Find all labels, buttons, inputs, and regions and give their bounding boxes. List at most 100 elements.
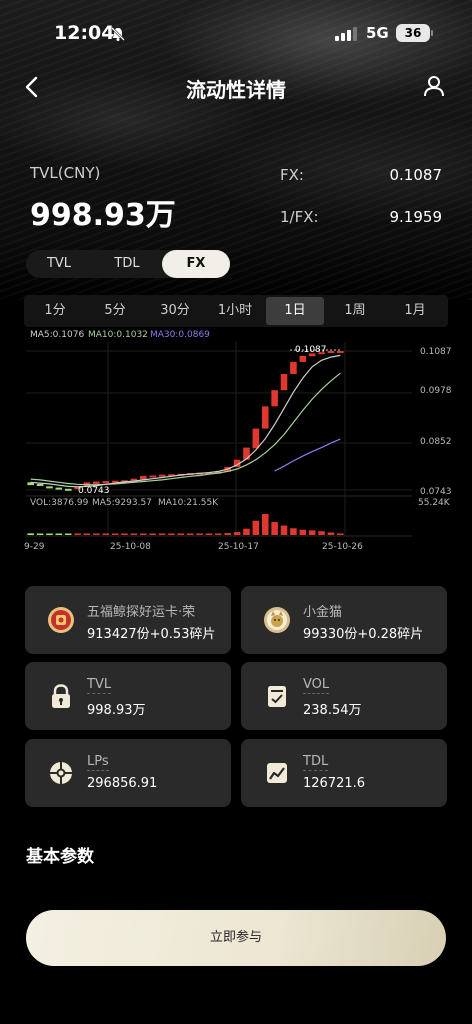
candle [64,488,72,491]
interval-30min[interactable]: 30分 [146,297,204,325]
ma5-legend: MA5:0.1076 [30,330,84,340]
volume-bar [93,533,100,535]
candle [327,351,335,353]
candle [149,475,156,478]
interval-5min[interactable]: 5分 [86,297,144,325]
interval-1month[interactable]: 1月 [386,297,444,325]
candle [252,428,260,449]
candle [337,351,344,353]
volume-bar [27,533,34,535]
candle [261,406,269,429]
inverse-fx-label: 1/FX: [280,208,319,226]
ma30-legend: MA30:0.0869 [150,330,210,340]
fortune-card-icon [48,607,74,633]
battery-cap [431,30,433,36]
min-price-label: 0.0743 [78,486,110,496]
volume-bar [215,533,222,535]
vol-ma10-legend: MA10:21.55K [158,498,219,508]
volume-bar [243,528,250,535]
volume-bar [83,533,91,535]
candle [93,481,100,484]
interval-1week[interactable]: 1周 [326,297,384,325]
tvl-value: 998.93万 [30,198,176,233]
volume-bar [177,533,185,535]
candle [290,361,297,375]
asset-card-fortune[interactable]: 五福鲸探好运卡·荣 913427份+0.53碎片 [25,586,231,654]
volume-bar [271,521,278,535]
volume-bar [46,533,53,535]
card-value: 913427份+0.53碎片 [87,627,216,642]
volume-bar [233,532,241,535]
card-label: 小金猫 [303,605,343,620]
volume-bar [196,533,203,535]
card-value: 126721.6 [303,776,366,791]
fx-value: 0.1087 [389,166,443,184]
interval-1hour[interactable]: 1小时 [206,297,264,325]
profile-icon[interactable] [422,74,446,98]
tab-fx[interactable]: FX [162,250,230,278]
card-value: 99330份+0.28碎片 [303,627,424,642]
stat-card-lps[interactable]: LPs 296856.91 [25,739,231,807]
battery-level: 36 [396,24,430,42]
stat-card-vol[interactable]: VOL 238.54万 [241,662,447,730]
candle [158,474,166,477]
card-value: 296856.91 [87,776,158,791]
asset-card-golden-cat[interactable]: 小金猫 99330份+0.28碎片 [241,586,447,654]
ma10-line [30,372,341,486]
candle [271,390,278,407]
volume-bar [64,533,72,535]
stat-card-tvl[interactable]: TVL 998.93万 [25,662,231,730]
volume-bar [280,525,288,535]
candle [299,355,307,362]
lock-icon [52,684,70,708]
candle [102,481,110,484]
x-tick-label: 25-10-08 [110,542,151,552]
tab-tdl[interactable]: TDL [94,250,160,278]
trend-chart-icon [267,763,287,783]
volume-bar [158,533,166,535]
stat-card-tdl[interactable]: TDL 126721.6 [241,739,447,807]
ma10-legend: MA10:0.1032 [88,330,148,340]
volume-bar [139,533,147,535]
max-price-label: 0.1087 [295,345,327,355]
volume-bar [186,533,194,535]
volume-bar [318,531,325,535]
volume-bar [36,533,44,535]
signal-icon [335,27,357,41]
network-type: 5G [366,24,389,42]
volume-bar [55,533,63,535]
fx-label: FX: [280,166,304,184]
inverse-fx-value: 9.1959 [389,208,443,226]
volume-bar [111,533,119,535]
volume-bar [149,533,156,535]
tvl-label: TVL(CNY) [30,164,101,182]
volume-doc-icon [268,686,286,707]
volume-bar [308,530,316,535]
interval-1day[interactable]: 1日 [266,297,324,325]
page-title: 流动性详情 [186,78,286,102]
volume-bar [74,533,81,535]
volume-bar [102,533,110,535]
status-time: 12:04 [54,22,115,44]
status-bar: 12:04 5G 36 [0,22,472,48]
tab-tvl[interactable]: TVL [26,250,92,278]
card-label: LPs [87,754,109,771]
volume-bar [252,520,260,535]
volume-bar [224,533,232,535]
y-tick-label: 0.0852 [420,437,452,447]
join-now-button[interactable]: 立即参与 [26,910,446,966]
price-chart[interactable]: MA5:0.1076 MA10:0.1032 MA30:0.0869 0.108… [0,324,472,556]
y-tick-label: 0.1087 [420,347,452,357]
interval-1min[interactable]: 1分 [26,297,84,325]
bell-muted-icon [111,27,125,41]
candle [243,447,250,460]
y-tick-label: 0.0978 [420,386,452,396]
card-label: TVL [87,677,112,694]
volume-bar [130,533,138,535]
candle [280,374,288,391]
candle [36,483,44,486]
volume-bar [327,532,335,535]
card-value: 998.93万 [87,703,146,718]
candle [46,486,53,489]
vol-ma5-legend: MA5:9293.57 [92,498,152,508]
